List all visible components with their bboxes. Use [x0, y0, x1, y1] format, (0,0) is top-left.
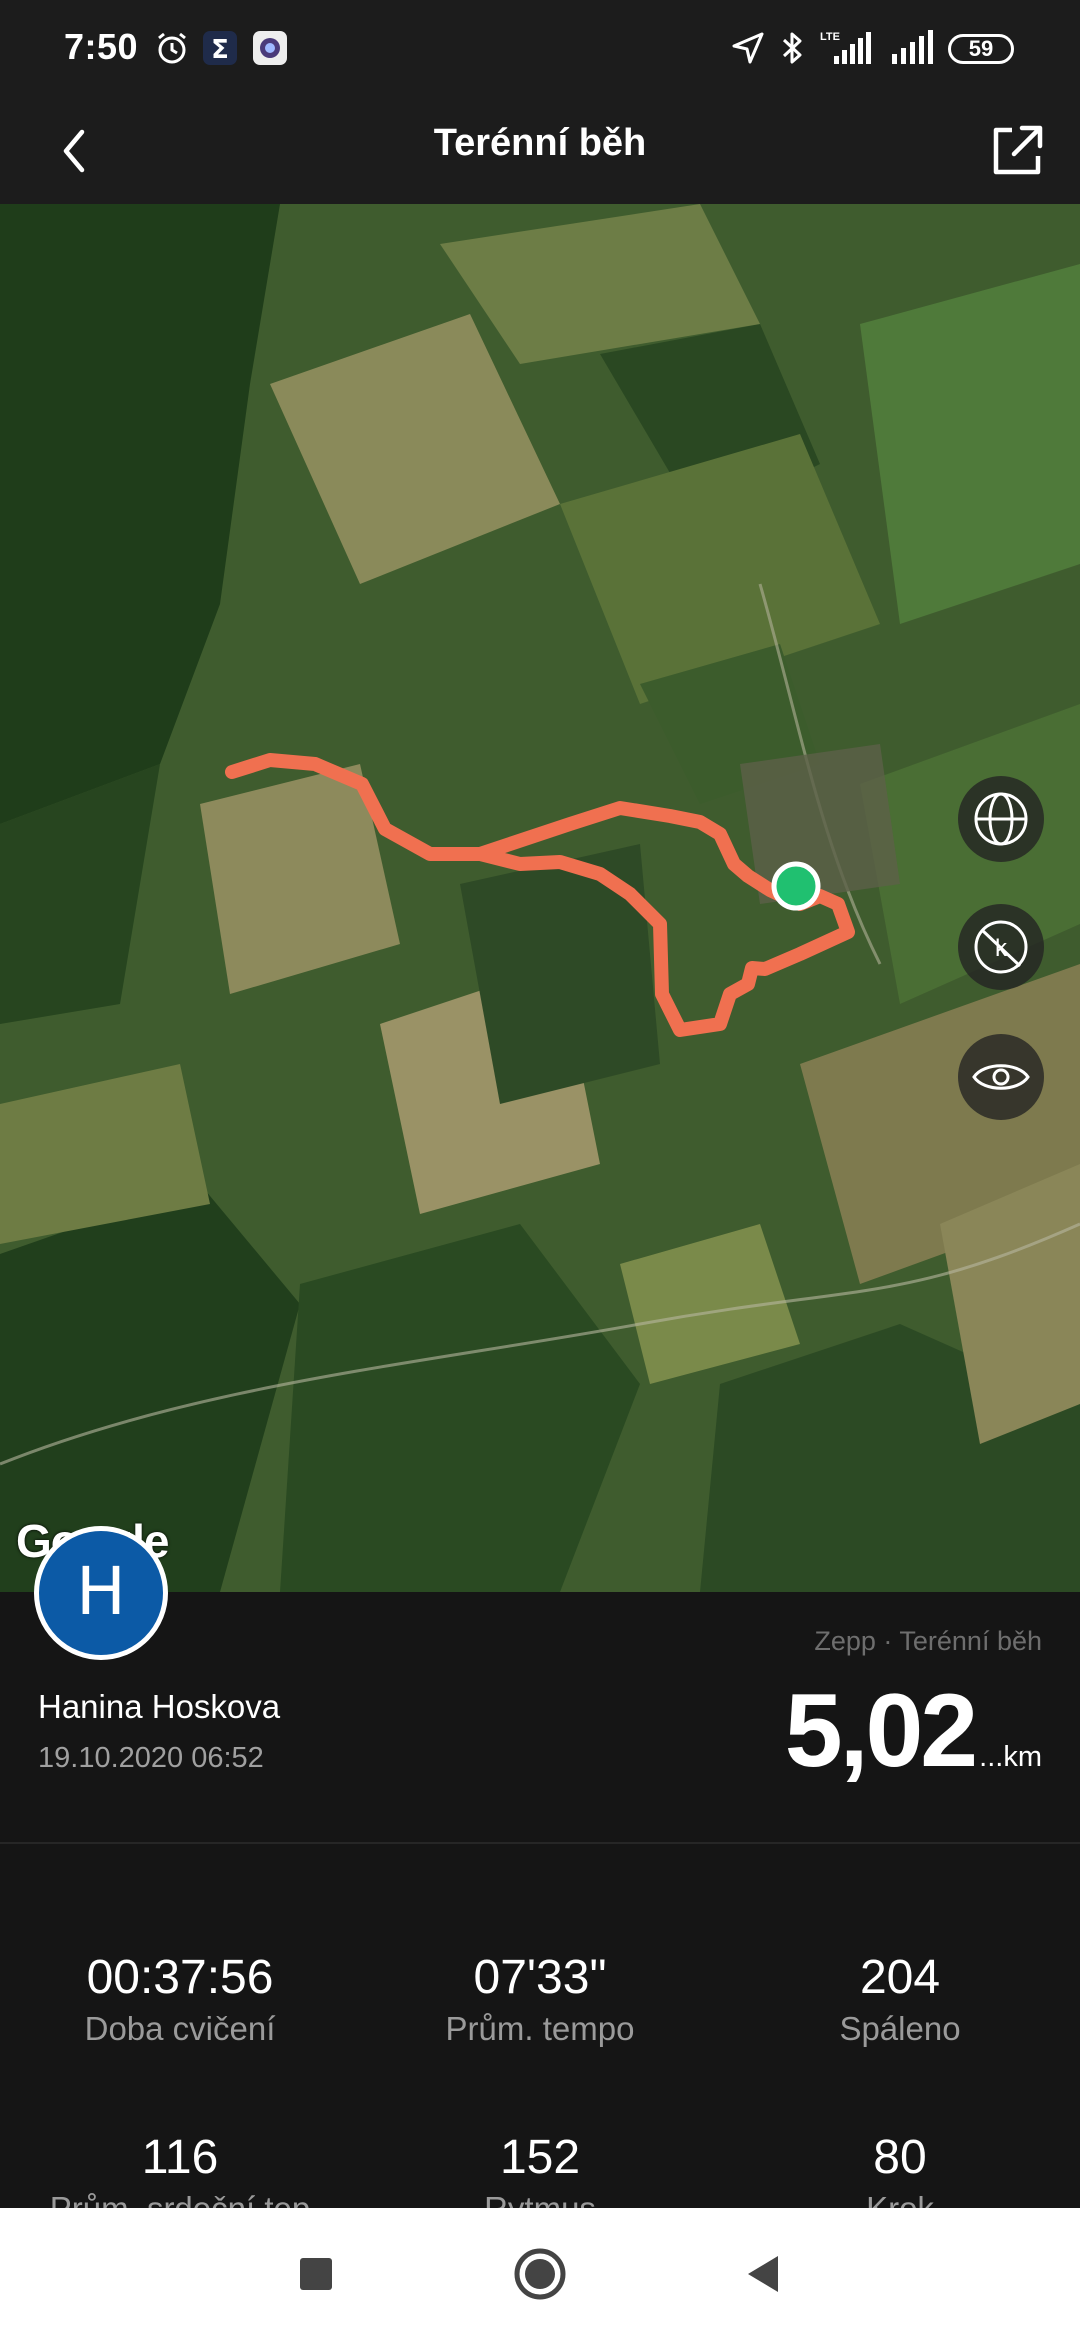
- distance-display: 5,02 ...km: [785, 1672, 1042, 1791]
- stat-label: Prům. tempo: [445, 2010, 635, 2047]
- alarm-icon: [158, 32, 186, 64]
- stat-avg-pace: 07'33" Prům. tempo: [360, 1950, 720, 2050]
- avatar[interactable]: H: [34, 1526, 168, 1660]
- status-bar: 7:50 Σ LTE 59: [0, 0, 1080, 98]
- back-button[interactable]: [734, 2244, 794, 2304]
- stat-value: 152: [499, 2131, 581, 2184]
- share-icon[interactable]: [980, 114, 1054, 188]
- stat-value: 116: [141, 2131, 219, 2184]
- camera-app-icon: [253, 31, 287, 65]
- home-button[interactable]: [510, 2244, 570, 2304]
- svg-text:LTE: LTE: [820, 31, 840, 43]
- eye-icon[interactable]: [958, 1034, 1044, 1120]
- lte-signal-icon: LTE: [820, 31, 871, 64]
- bluetooth-icon: [782, 32, 802, 64]
- system-nav-bar: [0, 2208, 1080, 2340]
- route-map[interactable]: k Google: [0, 204, 1080, 1592]
- route-line: [225, 753, 855, 1037]
- km-markers-off-icon[interactable]: k: [958, 904, 1044, 990]
- workout-summary: Hanina Hoskova 19.10.2020 06:52 Zepp · T…: [0, 1592, 1080, 1842]
- stat-value: 204: [859, 1951, 941, 2004]
- workout-date: 19.10.2020 06:52: [38, 1742, 264, 1774]
- app-header: Terénní běh: [0, 98, 1080, 204]
- stat-label: Spáleno: [839, 2010, 961, 2047]
- stat-calories: 204 Spáleno: [720, 1950, 1080, 2050]
- workout-detail-screen: 7:50 Σ LTE 59 Terénní běh Hanina Hoskova…: [0, 0, 1080, 2340]
- page-title: Terénní běh: [433, 122, 647, 164]
- recents-button[interactable]: [286, 2244, 346, 2304]
- workout-source: Zepp · Terénní běh: [814, 1626, 1042, 1656]
- signal-icon: [892, 30, 933, 64]
- svg-text:Σ: Σ: [211, 35, 229, 65]
- stats-grid: 00:37:56 Doba cvičení 07'33" Prům. tempo…: [0, 1844, 1080, 2227]
- stat-value: 07'33": [473, 1951, 607, 2004]
- battery-icon: 59: [948, 34, 1014, 64]
- stat-value: 00:37:56: [86, 1951, 274, 2004]
- stat-label: Doba cvičení: [84, 2010, 276, 2047]
- distance-value: 5,02: [784, 1673, 978, 1789]
- location-icon: [732, 32, 764, 64]
- workout-route: [225, 753, 855, 1037]
- globe-icon[interactable]: [958, 776, 1044, 862]
- sigma-app-icon: Σ: [203, 31, 237, 65]
- start-marker: [771, 861, 821, 911]
- status-time: 7:50: [64, 26, 139, 67]
- stat-duration: 00:37:56 Doba cvičení: [0, 1950, 360, 2050]
- chevron-left-icon[interactable]: [40, 116, 110, 186]
- stat-value: 80: [873, 2131, 927, 2184]
- user-name: Hanina Hoskova: [38, 1688, 281, 1725]
- distance-unit: ...km: [979, 1741, 1042, 1773]
